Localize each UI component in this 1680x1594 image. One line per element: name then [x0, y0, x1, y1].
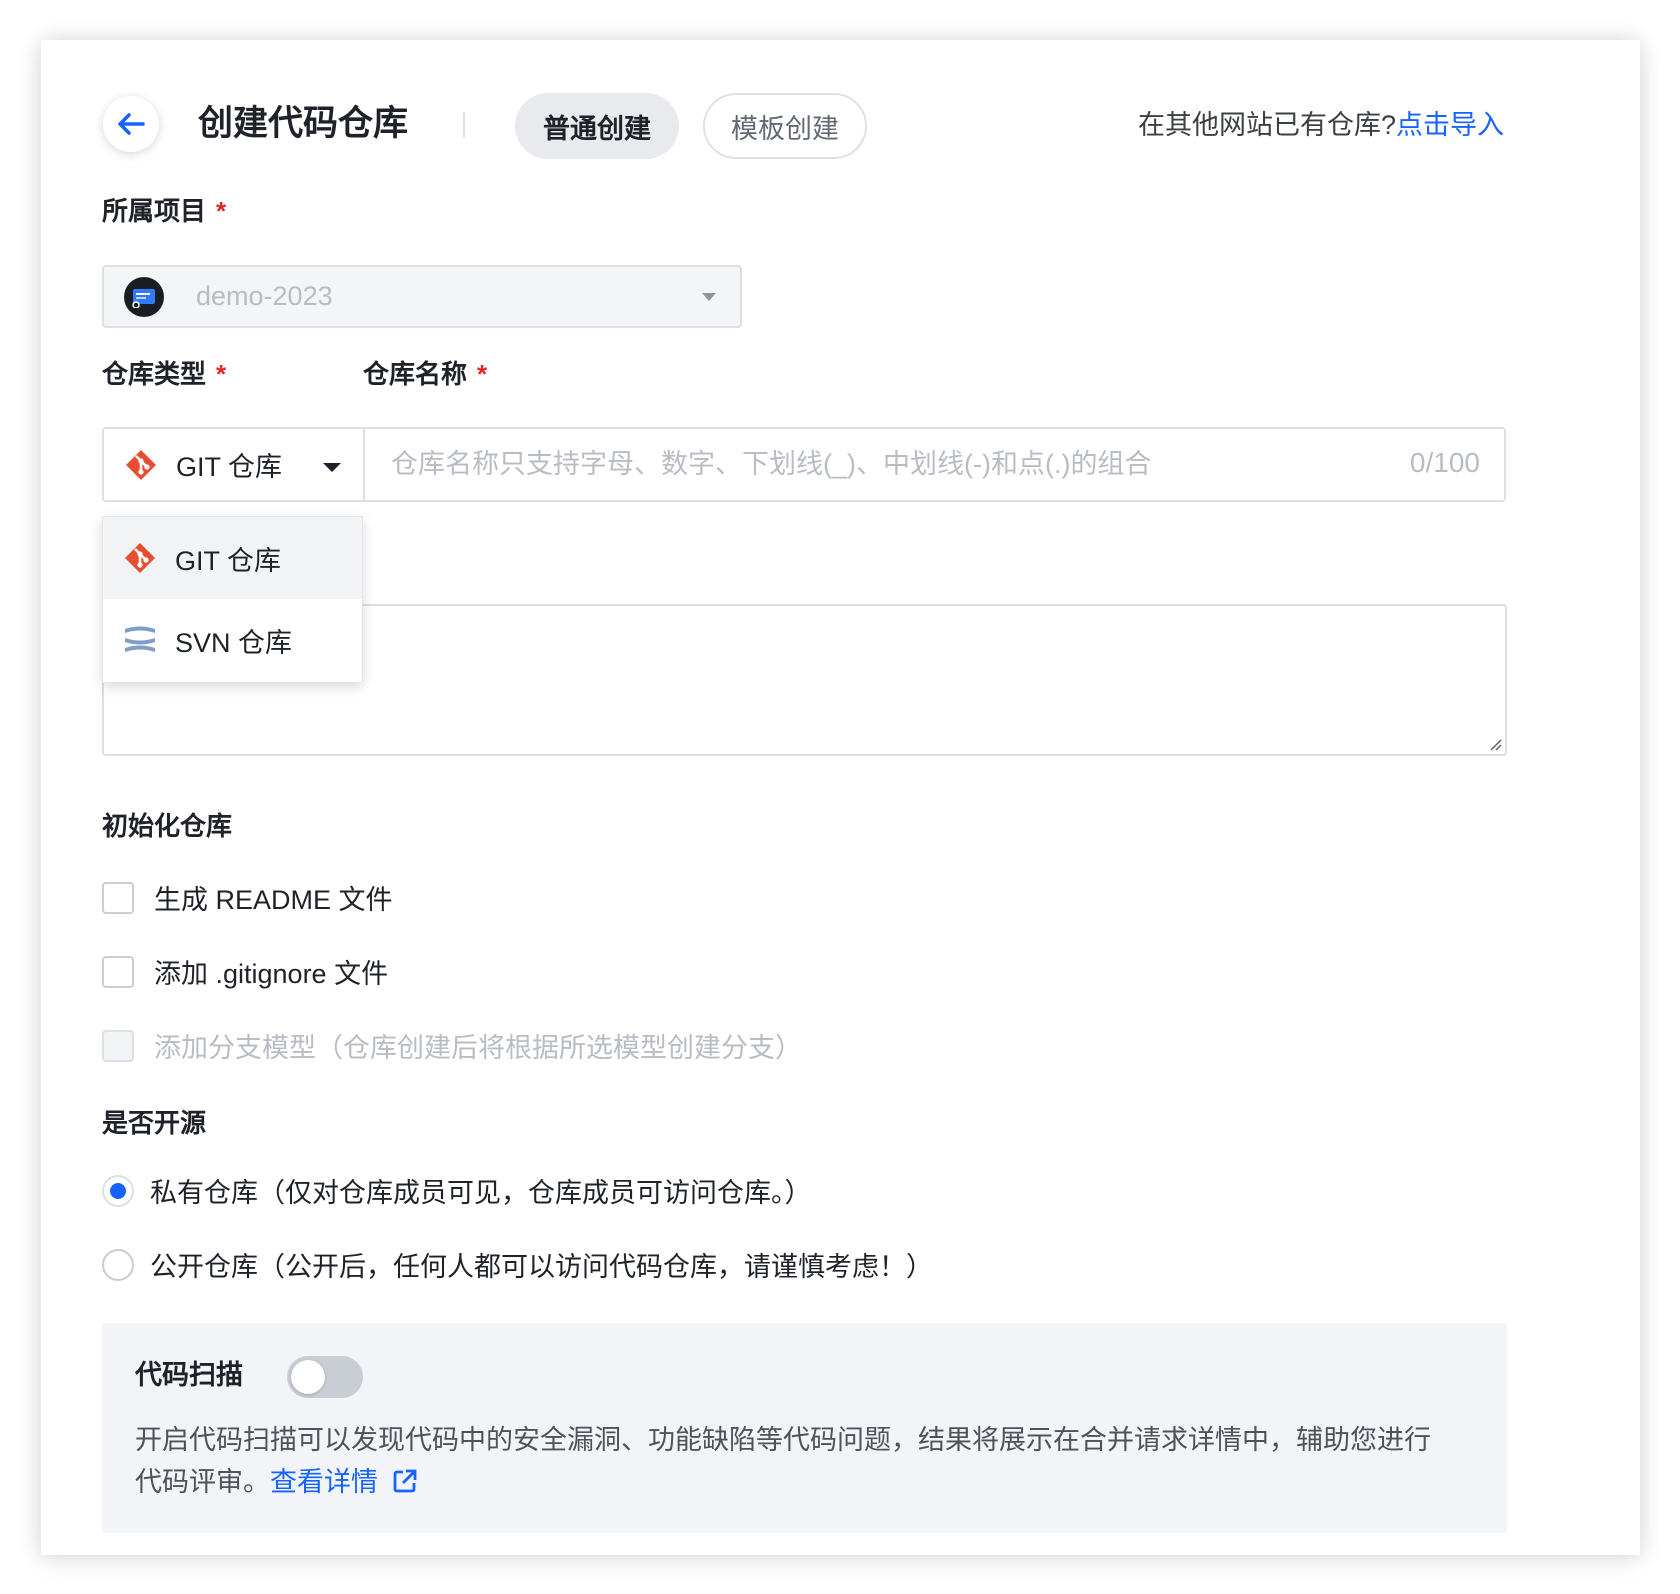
project-select[interactable]: demo-2023 [102, 265, 742, 328]
caret-down-icon [702, 293, 716, 301]
back-button[interactable] [103, 96, 159, 152]
view-details-link[interactable]: 查看详情 [270, 1467, 418, 1497]
init-repo-label: 初始化仓库 [102, 811, 233, 841]
project-label-text: 所属项目 [102, 196, 207, 226]
external-link-icon [393, 1469, 416, 1493]
repo-name-label: 仓库名称 * [363, 357, 487, 391]
dropdown-option-label: SVN 仓库 [175, 627, 293, 658]
repo-name-field: 0/100 [363, 427, 1506, 502]
resize-handle-icon[interactable] [1486, 735, 1502, 751]
repo-type-label-text: 仓库类型 [102, 359, 207, 389]
init-option-branch-model: 添加分支模型（仓库创建后将根据所选模型创建分支） [102, 1026, 802, 1065]
import-prompt-area: 在其他网站已有仓库?点击导入 [1138, 106, 1504, 144]
gitignore-checkbox-label: 添加 .gitignore 文件 [154, 959, 389, 989]
import-prompt-text: 在其他网站已有仓库? [1137, 110, 1396, 140]
tab-template-create[interactable]: 模板创建 [703, 93, 867, 159]
init-option-gitignore[interactable]: 添加 .gitignore 文件 [102, 952, 388, 991]
required-mark: * [216, 196, 227, 226]
required-mark: * [477, 359, 488, 389]
code-scan-toggle[interactable] [287, 1356, 363, 1398]
public-radio[interactable] [102, 1248, 134, 1281]
readme-checkbox[interactable] [102, 881, 134, 914]
private-radio[interactable] [102, 1174, 134, 1207]
visibility-label: 是否开源 [102, 1108, 207, 1138]
project-avatar-icon [124, 276, 164, 317]
char-counter: 0/100 [1409, 447, 1480, 478]
arrow-left-icon [118, 113, 145, 135]
import-link[interactable]: 点击导入 [1396, 110, 1504, 140]
public-radio-label: 公开仓库（公开后，任何人都可以访问代码仓库，请谨慎考虑！） [150, 1252, 933, 1282]
branch-model-checkbox [102, 1029, 134, 1062]
repo-type-dropdown: GIT 仓库 SVN 仓库 [102, 516, 363, 683]
git-icon [126, 449, 156, 480]
required-mark: * [216, 359, 227, 389]
init-option-readme[interactable]: 生成 README 文件 [102, 878, 393, 917]
gitignore-checkbox[interactable] [102, 955, 134, 988]
repo-name-input[interactable] [389, 429, 1349, 500]
readme-checkbox-label: 生成 README 文件 [154, 885, 393, 915]
code-scan-panel: 代码扫描 开启代码扫描可以发现代码中的安全漏洞、功能缺陷等代码问题，结果将展示在… [102, 1323, 1507, 1533]
dropdown-option-svn[interactable]: SVN 仓库 [103, 599, 362, 681]
repo-type-value: GIT 仓库 [176, 452, 283, 482]
project-select-value: demo-2023 [196, 281, 333, 311]
toggle-knob [291, 1360, 325, 1394]
tab-normal-create[interactable]: 普通创建 [515, 93, 679, 159]
visibility-option-private[interactable]: 私有仓库（仅对仓库成员可见，仓库成员可访问仓库。） [102, 1171, 812, 1210]
dropdown-option-git[interactable]: GIT 仓库 [103, 517, 362, 599]
code-scan-title: 代码扫描 [135, 1360, 243, 1390]
git-icon [125, 543, 155, 573]
project-label: 所属项目 * [102, 194, 226, 228]
branch-model-checkbox-label: 添加分支模型（仓库创建后将根据所选模型创建分支） [154, 1033, 802, 1063]
page-title: 创建代码仓库 [198, 104, 409, 143]
repo-name-label-text: 仓库名称 [363, 359, 468, 389]
title-divider [463, 112, 465, 138]
svn-icon [125, 626, 155, 652]
view-details-label: 查看详情 [270, 1467, 378, 1497]
caret-down-icon [323, 463, 341, 472]
repo-type-label: 仓库类型 * [102, 357, 226, 391]
visibility-option-public[interactable]: 公开仓库（公开后，任何人都可以访问代码仓库，请谨慎考虑！） [102, 1245, 933, 1284]
repo-type-select[interactable]: GIT 仓库 [102, 427, 363, 502]
dropdown-option-label: GIT 仓库 [175, 545, 282, 576]
create-repo-panel: 创建代码仓库 普通创建 模板创建 在其他网站已有仓库?点击导入 所属项目 * de… [41, 40, 1640, 1555]
code-scan-description: 开启代码扫描可以发现代码中的安全漏洞、功能缺陷等代码问题，结果将展示在合并请求详… [135, 1419, 1455, 1503]
private-radio-label: 私有仓库（仅对仓库成员可见，仓库成员可访问仓库。） [150, 1178, 812, 1208]
